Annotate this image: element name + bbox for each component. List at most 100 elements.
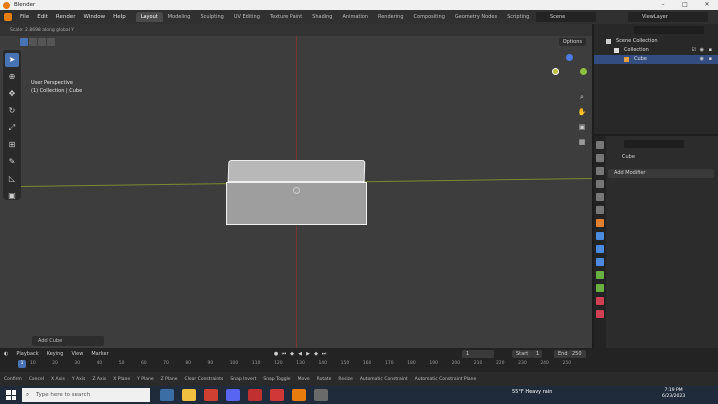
- task-view-icon[interactable]: [160, 389, 174, 401]
- z-axis-handle-icon[interactable]: [566, 54, 573, 61]
- system-clock[interactable]: 7:19 PM 6/23/2023: [662, 388, 685, 400]
- properties-search[interactable]: [624, 140, 684, 148]
- rotate-tool-icon[interactable]: ↻: [5, 104, 19, 118]
- options-button[interactable]: Options: [558, 38, 586, 46]
- app-icon[interactable]: [270, 389, 284, 401]
- jump-end-icon[interactable]: ⏭: [320, 350, 328, 358]
- select-extend-icon[interactable]: [29, 38, 37, 46]
- checkbox-icon[interactable]: ☑: [692, 46, 696, 55]
- app-icon[interactable]: [248, 389, 262, 401]
- app-icon[interactable]: [314, 389, 328, 401]
- measure-tool-icon[interactable]: ◺: [5, 172, 19, 186]
- outliner-row-cube[interactable]: Cube ◉ ▪: [594, 55, 718, 64]
- playhead[interactable]: 1: [18, 360, 26, 368]
- scene-selector[interactable]: Scene: [536, 12, 596, 22]
- select-subtract-icon[interactable]: [38, 38, 46, 46]
- tab-scripting[interactable]: Scripting: [502, 12, 534, 22]
- eye-icon[interactable]: ◉: [700, 55, 704, 64]
- timeline-ruler[interactable]: 10 20 30 40 50 60 70 80 90 100 110 120 1…: [30, 361, 592, 369]
- menu-view[interactable]: View: [67, 351, 87, 357]
- world-tab-icon[interactable]: [596, 206, 604, 214]
- view-layer-selector[interactable]: ViewLayer: [628, 12, 708, 22]
- tool-tab-icon[interactable]: [596, 141, 604, 149]
- menu-file[interactable]: File: [16, 14, 33, 20]
- start-frame-field[interactable]: 1: [532, 350, 542, 358]
- add-cube-tool-icon[interactable]: ▣: [5, 189, 19, 203]
- material-tab-icon[interactable]: [596, 297, 604, 305]
- menu-playback[interactable]: Playback: [12, 351, 42, 357]
- x-axis-handle-icon[interactable]: [580, 68, 587, 75]
- maximize-icon[interactable]: □: [674, 0, 696, 10]
- zoom-icon[interactable]: ⌕: [577, 92, 587, 102]
- transform-tool-icon[interactable]: ⊞: [5, 138, 19, 152]
- object-name-field[interactable]: Cube: [608, 153, 714, 162]
- menu-window[interactable]: Window: [79, 14, 109, 20]
- current-frame-field[interactable]: 1: [462, 350, 494, 358]
- weather-widget[interactable]: 55°F Heavy rain: [512, 389, 552, 395]
- menu-keying[interactable]: Keying: [43, 351, 68, 357]
- auto-key-icon[interactable]: ●: [272, 350, 280, 358]
- end-frame-field[interactable]: 250: [568, 350, 586, 358]
- 3d-viewport[interactable]: Scale: 2.8698 along global Y User Perspe…: [0, 24, 592, 348]
- last-operator-panel[interactable]: Add Cube: [32, 336, 104, 346]
- tab-geometry-nodes[interactable]: Geometry Nodes: [450, 12, 502, 22]
- scale-tool-icon[interactable]: ⤢: [5, 121, 19, 135]
- tab-uv-editing[interactable]: UV Editing: [229, 12, 265, 22]
- tab-rendering[interactable]: Rendering: [373, 12, 409, 22]
- cursor-tool-icon[interactable]: ⊕: [5, 70, 19, 84]
- modifier-tab-icon[interactable]: [596, 232, 604, 240]
- view-layer-tab-icon[interactable]: [596, 180, 604, 188]
- windows-start-icon[interactable]: [4, 388, 18, 402]
- camera-icon[interactable]: ▪: [709, 55, 712, 64]
- play-icon[interactable]: ▶: [304, 350, 312, 358]
- camera-icon[interactable]: ▪: [709, 46, 712, 55]
- minimize-icon[interactable]: –: [652, 0, 674, 10]
- physics-tab-icon[interactable]: [596, 258, 604, 266]
- pan-hand-icon[interactable]: ✋: [577, 107, 587, 117]
- prev-key-icon[interactable]: ◆: [288, 350, 296, 358]
- constraints-tab-icon[interactable]: [596, 271, 604, 279]
- jump-start-icon[interactable]: ⏮: [280, 350, 288, 358]
- camera-view-icon[interactable]: ▣: [577, 122, 587, 132]
- select-tool-icon[interactable]: ➤: [5, 53, 19, 67]
- texture-tab-icon[interactable]: [596, 310, 604, 318]
- outliner-row-scene-collection[interactable]: Scene Collection: [594, 37, 718, 46]
- tab-animation[interactable]: Animation: [337, 12, 373, 22]
- menu-help[interactable]: Help: [109, 14, 130, 20]
- play-reverse-icon[interactable]: ◀: [296, 350, 304, 358]
- next-key-icon[interactable]: ◆: [312, 350, 320, 358]
- output-tab-icon[interactable]: [596, 167, 604, 175]
- blender-menu-icon[interactable]: [4, 13, 12, 21]
- navigation-gizmo[interactable]: [548, 54, 588, 94]
- eye-icon[interactable]: ◉: [700, 46, 704, 55]
- menu-edit[interactable]: Edit: [33, 14, 52, 20]
- discord-icon[interactable]: [226, 389, 240, 401]
- menu-render[interactable]: Render: [52, 14, 80, 20]
- editor-type-icon[interactable]: ◐: [0, 351, 12, 357]
- blender-taskbar-icon[interactable]: [292, 389, 306, 401]
- annotate-tool-icon[interactable]: ✎: [5, 155, 19, 169]
- particles-tab-icon[interactable]: [596, 245, 604, 253]
- tab-modeling[interactable]: Modeling: [163, 12, 196, 22]
- tab-sculpting[interactable]: Sculpting: [195, 12, 228, 22]
- grid-toggle-icon[interactable]: ▦: [577, 137, 587, 147]
- chrome-icon[interactable]: [204, 389, 218, 401]
- outliner-row-collection[interactable]: Collection ☑ ◉ ▪: [594, 46, 718, 55]
- tab-layout[interactable]: Layout: [135, 12, 163, 22]
- data-tab-icon[interactable]: [596, 284, 604, 292]
- tab-texture-paint[interactable]: Texture Paint: [265, 12, 307, 22]
- outliner-search[interactable]: [634, 26, 704, 34]
- file-explorer-icon[interactable]: [182, 389, 196, 401]
- move-tool-icon[interactable]: ✥: [5, 87, 19, 101]
- menu-marker[interactable]: Marker: [87, 351, 112, 357]
- scene-tab-icon[interactable]: [596, 193, 604, 201]
- tab-shading[interactable]: Shading: [307, 12, 337, 22]
- taskbar-search[interactable]: ⌕ Type here to search: [22, 388, 150, 402]
- select-new-icon[interactable]: [20, 38, 28, 46]
- tab-compositing[interactable]: Compositing: [409, 12, 450, 22]
- object-tab-icon[interactable]: [596, 219, 604, 227]
- select-intersect-icon[interactable]: [47, 38, 55, 46]
- render-tab-icon[interactable]: [596, 154, 604, 162]
- y-axis-handle-icon[interactable]: [552, 68, 559, 75]
- add-modifier-button[interactable]: Add Modifier: [608, 169, 714, 178]
